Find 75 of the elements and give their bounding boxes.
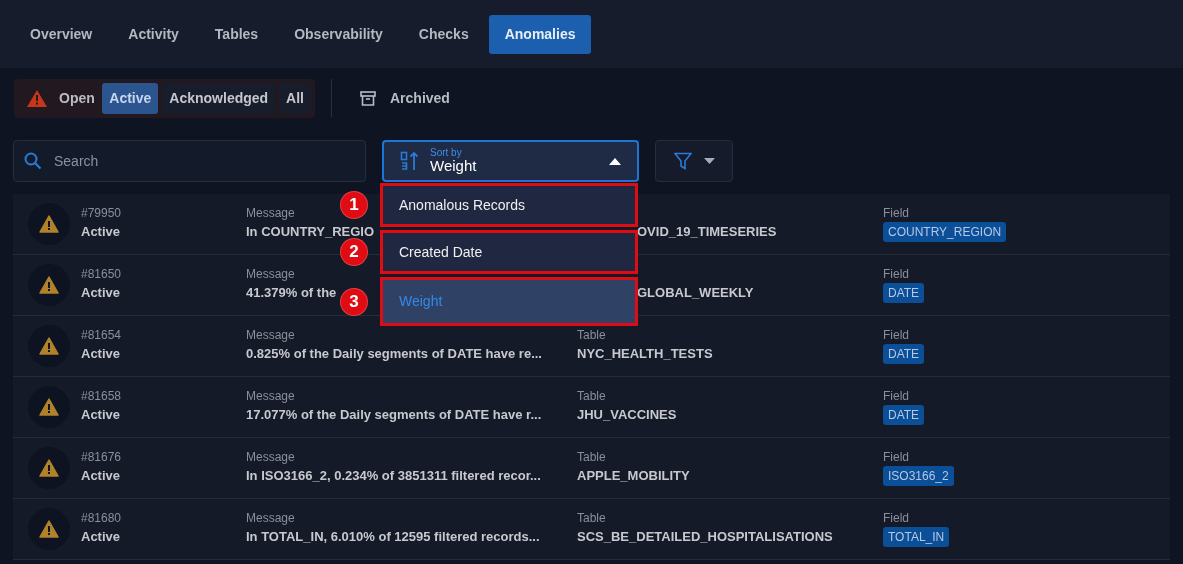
tab[interactable]: Overview [14,14,109,54]
table-name: APPLE_MOBILITY [577,467,690,486]
anomaly-id: #81654 [81,328,123,345]
column-label: Field [883,205,910,222]
column-label: Table [577,328,607,345]
column-label: Message [246,450,296,467]
column-label: Table [577,511,607,528]
tab[interactable]: Tables [198,14,275,54]
filter-button[interactable] [655,140,733,182]
sort-icon [400,151,420,171]
column-label: Field [883,327,910,344]
column-label: Field [883,510,910,527]
caret-icon [703,158,715,164]
column-label: Message [246,206,296,223]
filter-icon [673,152,692,170]
column-label: Field [883,449,910,466]
warning-icon [28,325,70,367]
table-name: OVID_19_TIMESERIES [636,223,777,242]
anomaly-id: #81650 [81,267,123,284]
tab[interactable]: Observability [278,14,399,54]
status-label: Active [81,467,121,486]
field-tag: COUNTRY_REGION [883,222,1007,243]
anomaly-id: #79950 [81,206,123,223]
column-label: Field [883,388,910,405]
field-tag: ISO3166_2 [883,466,954,487]
search-box[interactable]: Search [13,140,366,182]
field-tag: DATE [883,283,925,304]
table-name: GLOBAL_WEEKLY [636,284,754,303]
field-tag: DATE [883,344,925,365]
column-label: Message [246,511,296,528]
column-label: Field [883,266,910,283]
status-label: Active [81,345,121,364]
search-icon [24,152,42,170]
tab[interactable]: Anomalies [488,14,592,54]
message-text: 0.825% of the Daily segments of DATE have re... [246,345,542,364]
table-name: SCS_BE_DETAILED_HOSPITALISATIONS [577,528,833,547]
column-label: Message [246,267,296,284]
tab[interactable]: Activity [112,14,195,54]
warning-icon [28,447,70,489]
filter-option[interactable]: Acknowledged [162,82,276,114]
anomaly-id: #81658 [81,389,123,406]
open-label: Open [59,88,95,108]
status-label: Active [81,223,121,242]
anomaly-id: #81676 [81,450,123,467]
warning-icon [26,88,48,108]
archive-icon[interactable] [360,90,376,106]
message-text: In TOTAL_IN, 6.010% of 12595 filtered records... [246,528,540,547]
status-label: Active [81,284,121,303]
column-label: Message [246,389,296,406]
sort-option[interactable]: Created Date [380,230,638,274]
message-text: 17.077% of the Daily segments of DATE have r... [246,406,542,425]
field-tag: TOTAL_IN [883,527,950,548]
warning-icon [28,203,70,245]
sort-dropdown[interactable]: Sort by Weight [382,140,639,182]
filter-option[interactable]: Active [102,82,159,114]
search-field[interactable]: Search [52,149,342,173]
column-label: Table [577,450,607,467]
column-label: Message [246,328,296,345]
caret-icon [609,157,621,165]
column-label: Table [577,389,607,406]
status-label: Active [81,528,121,547]
anomaly-id: #81680 [81,511,123,528]
sort-option[interactable]: Anomalous Records [380,183,638,227]
warning-icon [28,508,70,550]
status-label: Active [81,406,121,425]
table-name: NYC_HEALTH_TESTS [577,345,713,364]
message-text: 41.379% of the [246,284,337,303]
field-tag: DATE [883,405,925,426]
archived-link[interactable]: Archived [390,87,450,109]
warning-icon [28,264,70,306]
message-text: In ISO3166_2, 0.234% of 3851311 filtered recor... [246,467,541,486]
table-name: JHU_VACCINES [577,406,677,425]
filter-option[interactable]: All [279,82,311,114]
warning-icon [28,386,70,428]
tab[interactable]: Checks [402,14,485,54]
